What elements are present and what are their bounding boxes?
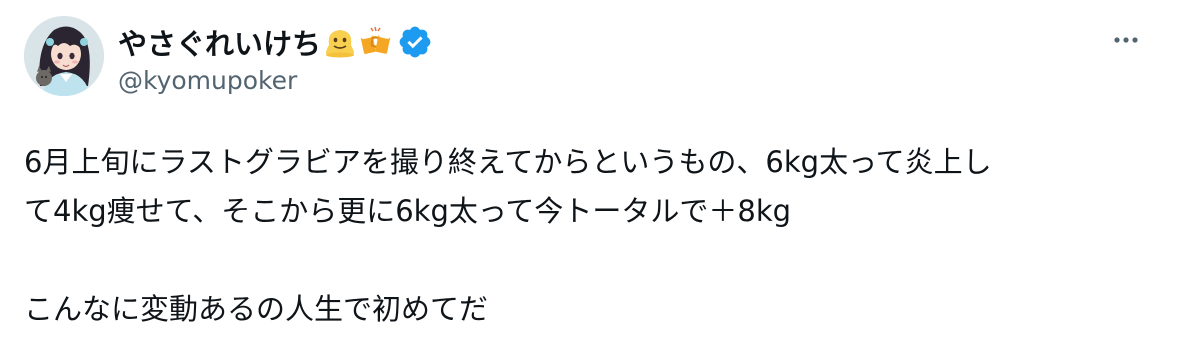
- tweet-card: やさぐれいけち @kyomupoker 6月上旬にラストグラビアを撮り終えてから…: [0, 0, 1178, 362]
- tweet-text-line: こんなに変動あるの人生で初めてだ: [24, 292, 489, 326]
- author-handle[interactable]: @kyomupoker: [118, 66, 297, 95]
- more-horizontal-icon: [1114, 37, 1138, 43]
- more-options-button[interactable]: [1106, 26, 1146, 54]
- display-name[interactable]: やさぐれいけち: [118, 21, 321, 63]
- tweet-text-line: て4kg痩せて、そこから更に6kg太って今トータルで＋8kg: [24, 194, 792, 228]
- verified-badge-icon[interactable]: [397, 24, 433, 60]
- author-name-row: やさぐれいけち: [118, 20, 433, 64]
- avatar-image: [24, 16, 104, 96]
- melting-face-emoji-icon: [323, 25, 357, 59]
- tweet-text-line: 6月上旬にラストグラビアを撮り終えてからというもの、6kg太って炎上し: [24, 145, 992, 179]
- beer-mugs-emoji-icon: [359, 25, 393, 59]
- avatar[interactable]: [24, 16, 104, 96]
- tweet-text: 6月上旬にラストグラビアを撮り終えてからというもの、6kg太って炎上し て4kg…: [24, 138, 1164, 334]
